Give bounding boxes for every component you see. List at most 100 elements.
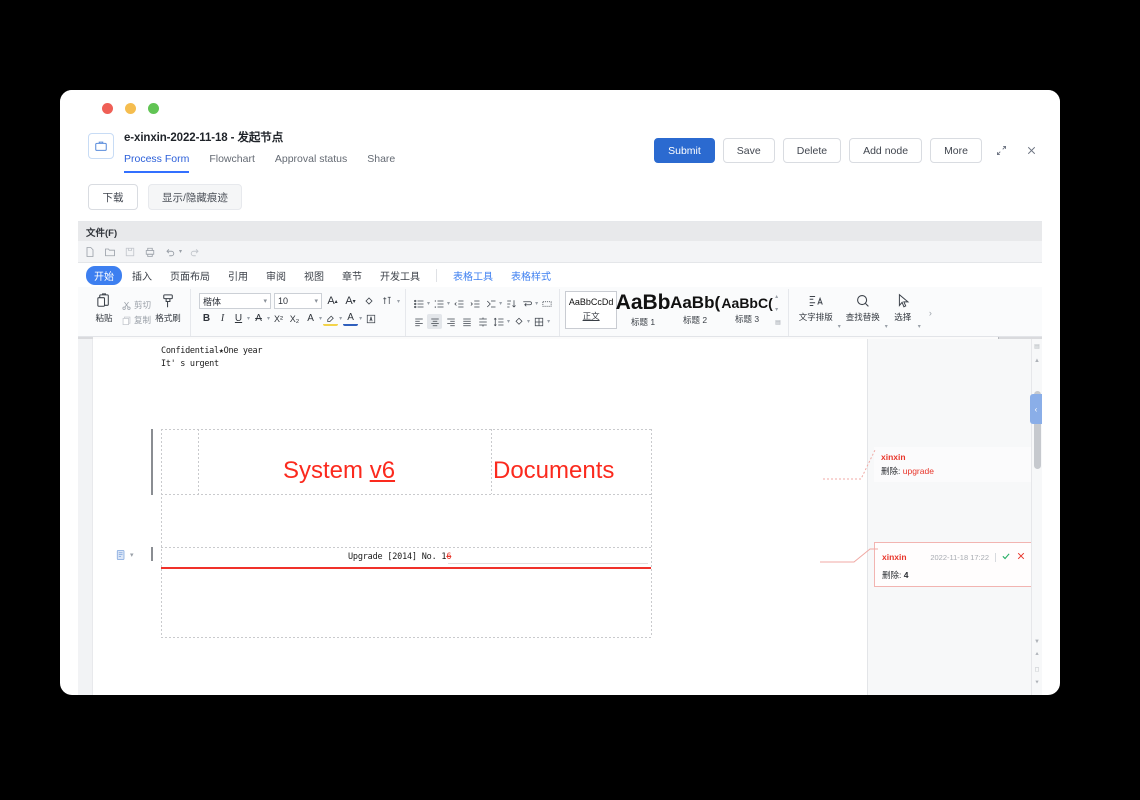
format-painter-button[interactable]: 格式刷 [151,289,185,324]
increase-indent-icon[interactable] [467,296,482,311]
print-icon[interactable] [144,245,157,258]
line-break-icon[interactable] [519,296,534,311]
grow-font-icon[interactable]: A ▴ [325,294,340,309]
scroll-up-icon[interactable]: ▴ [775,294,781,300]
document-page[interactable]: Confidential★One year It' s urgent Syste… [93,339,998,695]
strikethrough-button[interactable]: A [251,311,266,326]
ribbon-tab-references[interactable]: 引用 [220,266,256,285]
enclose-character-icon[interactable] [363,311,378,326]
maximize-window-button[interactable] [148,103,159,114]
chevron-down-icon[interactable]: ▾ [339,315,342,322]
font-family-select[interactable]: 楷体 ▾ [199,293,272,309]
highlight-color-icon[interactable] [323,311,339,326]
copy-button[interactable]: 复制 [121,314,151,326]
align-left-icon[interactable] [411,314,426,329]
align-justify-icon[interactable] [459,314,474,329]
close-window-button[interactable] [102,103,113,114]
subscript-button[interactable]: X₂ [287,311,302,326]
scroll-up-icon[interactable]: ▲ [1034,358,1040,364]
align-center-icon[interactable] [427,314,443,329]
shading-icon[interactable] [511,314,526,329]
chevron-down-icon[interactable]: ▾ [130,551,134,559]
line-spacing-icon[interactable] [491,314,506,329]
comment-card-active[interactable]: xinxin 2022-11-18 17:22 删除: 4 [874,542,1034,587]
ribbon-tab-section[interactable]: 章节 [334,266,370,285]
table-cell-documents[interactable]: Documents [493,457,614,485]
scroll-down-icon[interactable]: ▾ [775,307,781,313]
chevron-down-icon[interactable]: ▾ [918,323,921,330]
chevron-down-icon[interactable]: ▾ [535,300,538,307]
chevron-down-icon[interactable]: ▾ [885,323,888,330]
save-button[interactable]: Save [722,138,775,163]
submit-button[interactable]: Submit [654,138,715,163]
borders-icon[interactable] [531,314,546,329]
delete-button[interactable]: Delete [782,138,842,163]
character-border-icon[interactable]: A [303,311,318,326]
chevron-down-icon[interactable]: ▾ [397,298,400,305]
chevron-right-icon[interactable]: › [926,289,935,336]
tab-share[interactable]: Share [367,151,395,173]
chevron-down-icon[interactable]: ▾ [499,300,502,307]
bold-button[interactable]: B [199,311,214,326]
ribbon-tab-insert[interactable]: 插入 [124,266,160,285]
select-browse-object-icon[interactable]: ◻ [1035,666,1040,673]
check-icon[interactable] [1001,548,1011,566]
clear-formatting-icon[interactable] [361,294,376,309]
underline-button[interactable]: U [231,311,246,326]
ribbon-tab-page-layout[interactable]: 页面布局 [162,266,218,285]
chevron-down-icon[interactable]: ▾ [527,318,530,325]
find-replace-button[interactable]: 查找替换 [841,289,885,323]
tab-flowchart[interactable]: Flowchart [209,151,255,173]
tab-process-form[interactable]: Process Form [124,151,190,173]
ribbon-tab-table-styles[interactable]: 表格样式 [503,266,559,285]
chevron-down-icon[interactable]: ▾ [547,318,550,325]
distribute-text-icon[interactable] [475,314,490,329]
ribbon-tab-view[interactable]: 视图 [296,266,332,285]
sort-icon[interactable] [503,296,518,311]
collapse-pane-tab[interactable]: ‹ [1030,394,1042,424]
decrease-indent-icon[interactable] [451,296,466,311]
undo-icon[interactable] [164,245,177,258]
font-size-select[interactable]: 10 ▾ [274,293,323,309]
style-heading-2[interactable]: AaBb( 标题 2 [669,291,721,329]
save-icon[interactable] [124,245,137,258]
upgrade-document-number[interactable]: Upgrade [2014] No. 16 [348,552,451,562]
chevron-down-icon[interactable]: ▾ [427,300,430,307]
ribbon-tab-table-tools[interactable]: 表格工具 [445,266,501,285]
next-page-icon[interactable]: ⯆ [1035,680,1040,687]
minimize-window-button[interactable] [125,103,136,114]
chevron-down-icon[interactable]: ▾ [447,300,450,307]
font-color-icon[interactable]: A [343,311,359,326]
chevron-down-icon[interactable]: ▾ [267,315,270,322]
text-layout-button[interactable]: 文字排版 [794,289,838,323]
comment-card[interactable]: xinxin 删除: upgrade [874,447,1034,482]
tab-approval-status[interactable]: Approval status [275,151,347,173]
bullet-list-icon[interactable] [411,296,426,311]
numbered-list-icon[interactable] [431,296,446,311]
style-heading-1[interactable]: AaBb 标题 1 [616,291,671,329]
chevron-down-icon[interactable]: ▾ [247,315,250,322]
scroll-down-icon[interactable]: ▼ [1034,639,1040,645]
scroll-ruler-toggle-icon[interactable]: ▤ [1034,343,1040,350]
toggle-trace-button[interactable]: 显示/隐藏痕迹 [148,184,242,210]
expand-diagonal-icon[interactable] [990,140,1012,162]
multilevel-list-icon[interactable] [483,296,498,311]
chevron-down-icon[interactable]: ▾ [359,315,362,322]
chevron-down-icon[interactable]: ▾ [319,315,322,322]
table-cell-system[interactable]: System v6 [283,457,395,485]
chevron-down-icon[interactable]: ▾ [507,318,510,325]
menu-file[interactable]: 文件(F) [86,225,117,239]
shrink-font-icon[interactable]: A ▾ [343,294,358,309]
download-button[interactable]: 下载 [88,184,138,210]
close-icon[interactable] [1016,548,1026,566]
vertical-scrollbar[interactable]: ▤ ▲ ▼ ⯅ ◻ ⯆ [1031,339,1042,695]
previous-page-icon[interactable]: ⯅ [1035,652,1040,659]
add-node-button[interactable]: Add node [849,138,923,163]
italic-button[interactable]: I [215,311,230,326]
superscript-button[interactable]: X² [271,311,286,326]
undo-dropdown-caret[interactable]: ▾ [179,248,182,255]
new-document-icon[interactable] [84,245,97,258]
style-heading-3[interactable]: AaBbC( 标题 3 [721,291,773,329]
open-folder-icon[interactable] [104,245,117,258]
ribbon-tab-home[interactable]: 开始 [86,265,122,285]
